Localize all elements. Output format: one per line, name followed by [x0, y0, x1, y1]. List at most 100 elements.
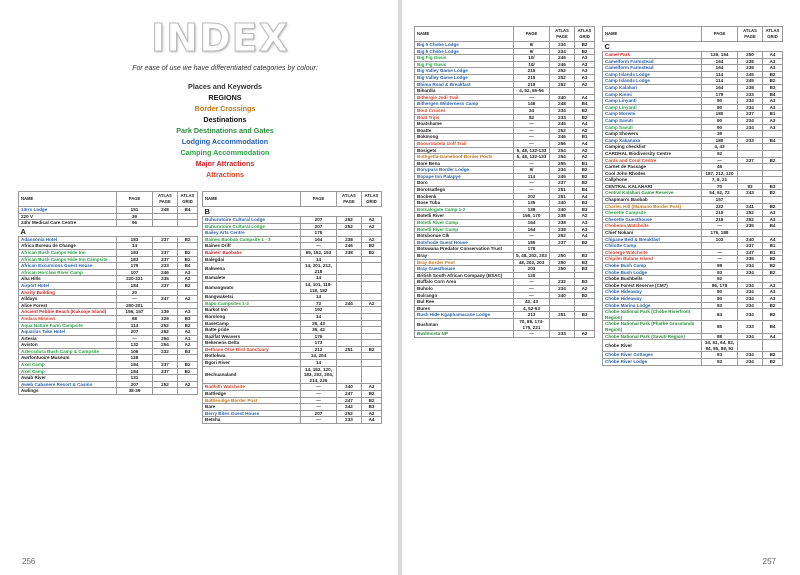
entry-atlas-page: 256 — [549, 139, 575, 148]
entry-page: 5, 48, 132-133 — [513, 153, 550, 161]
index-table-4: NAME PAGE ATLAS PAGE ATLAS GRID C Camel Park 1… — [602, 26, 783, 366]
entry-atlas-page — [336, 262, 362, 276]
entry-atlas-grid — [574, 87, 595, 95]
entry-atlas-page: 232 — [549, 278, 575, 286]
entry-page: — — [513, 330, 550, 338]
entry-name: Bocbenk — [414, 192, 514, 201]
entry-atlas-page — [336, 274, 362, 282]
entry-name: Badhith Watchsite — [202, 383, 301, 392]
letter-heading: A — [18, 225, 198, 237]
entry-atlas-page: 234 — [549, 166, 575, 174]
entry-atlas-grid: A2 — [574, 284, 595, 293]
column-header: NAME — [202, 191, 301, 207]
entry-page: 138 — [513, 205, 550, 214]
entry-atlas-grid: B2 — [574, 238, 595, 247]
entry-page: 14, 101, 116-118, 182 — [300, 280, 337, 295]
entry-name: Camp Savuti — [602, 116, 702, 125]
entry-name: Camp Linyanti — [602, 97, 702, 105]
entry-atlas-page — [549, 245, 575, 253]
index-row: Bapo Campsites 1-2 73 244 A2 — [202, 299, 382, 308]
entry-name: Chobe Hideaway — [602, 294, 702, 303]
entry-atlas-grid: B2 — [574, 179, 595, 188]
entry-atlas-page: 234 — [549, 41, 575, 49]
index-row: Baines Drift —246 B2 — [202, 242, 382, 250]
entry-atlas-grid: A4 — [762, 51, 783, 59]
entry-atlas-grid — [762, 339, 783, 353]
entry-atlas-grid — [361, 365, 382, 385]
entry-atlas-page: 234 — [737, 294, 763, 303]
index-row: Chobe River Lodge 93 234 B2 — [602, 357, 783, 366]
entry-name: Baines Drift — [202, 242, 301, 250]
index-row: Bush Hide Kgaphamacane Lodge 213 251 B3 — [414, 311, 595, 319]
index-row: Central Kalahari Game Reserve 54, 62, 72 2… — [602, 189, 783, 198]
entry-name: Betsha — [202, 416, 301, 424]
entry-name: Bare — [202, 403, 301, 411]
entry-atlas-grid: B2 — [762, 189, 783, 198]
entry-page: 132 — [116, 341, 153, 349]
letter-heading-text: C — [602, 41, 783, 52]
column-header: ATLAS PAGE — [152, 191, 178, 207]
entry-name: Adansonia Hotel — [18, 235, 117, 244]
entry-atlas-grid: B2 — [574, 106, 595, 115]
entry-atlas-grid — [361, 312, 382, 321]
entry-atlas-page: 234 — [737, 97, 763, 105]
entry-atlas-grid: B2 — [762, 357, 783, 366]
entry-atlas-page: 248 — [152, 206, 178, 214]
entry-atlas-grid: A3 — [762, 57, 783, 66]
entry-atlas-grid — [177, 219, 198, 227]
entry-page: 90 — [701, 103, 738, 112]
entry-atlas-page: 234 — [549, 106, 575, 115]
entry-atlas-page: 233 — [549, 330, 575, 338]
entry-atlas-page — [152, 219, 178, 227]
entry-name: Boourotatela Golf Trail — [414, 139, 514, 148]
entry-name: Chesetle Campsite — [602, 209, 702, 217]
entry-atlas-page: 252 — [336, 216, 362, 224]
legend-item: Destinations — [203, 115, 247, 124]
entry-atlas-page: 242 — [336, 403, 362, 411]
index-row: Big 5 Chobe Lodge 9/234 B2 — [414, 41, 595, 49]
entry-atlas-grid — [361, 332, 382, 341]
entry-atlas-page — [336, 359, 362, 367]
entry-atlas-grid: B2 — [762, 156, 783, 165]
entry-name: Boat Trips — [414, 113, 514, 122]
entry-name: African Excursions Guest House — [18, 262, 117, 270]
entry-name: Big 5 Chobe Lodge — [414, 47, 514, 56]
index-row: Bray 5, 48, 202, 203 250 B3 — [414, 252, 595, 260]
entry-page: 179 — [701, 90, 738, 99]
index-row: CARDHAL Biodiversity Centre 92 — [602, 149, 783, 158]
entry-name: Bray — [414, 252, 514, 260]
entry-atlas-grid — [177, 387, 198, 396]
index-row: 13rrs Lodge 151 248 B4 — [18, 206, 198, 214]
index-row: Barolong 14 — [202, 312, 382, 321]
index-row: Bore Bena —255 B1 — [414, 159, 595, 168]
entry-page: 207 — [300, 409, 337, 418]
entry-atlas-page: 251 — [549, 186, 575, 194]
index-row: Bray Guesthouse 203 250 B3 — [414, 265, 595, 273]
entry-atlas-grid: A2 — [574, 212, 595, 221]
entry-name: Bothgetla-Gameboof Border Posts — [414, 153, 514, 161]
index-row: Axel Camp 184 237 B2 — [18, 367, 198, 376]
entry-atlas-page: 234 — [737, 308, 763, 322]
entry-atlas-page: 233 — [336, 416, 362, 424]
entry-atlas-grid: A2 — [361, 216, 382, 224]
entry-name: Bapo Campsites 1-2 — [202, 299, 301, 308]
entry-atlas-page: 233 — [549, 113, 575, 122]
index-row: Ancient Pebble Beach (Kukonje Island) 156… — [18, 308, 198, 316]
entry-atlas-grid — [177, 212, 198, 221]
entry-name: Chobe River Lodge — [602, 357, 702, 366]
index-row: African Bush Camps Hide Inn Campsite 183 2… — [18, 255, 198, 264]
entry-page: 164 — [513, 219, 550, 227]
index-row: Botlokwa 14, 204 — [202, 352, 382, 361]
legend-item: Lodging Accommodation — [181, 137, 269, 146]
entry-name: Berry Bites Guest House — [202, 409, 301, 418]
entry-atlas-page: 234 — [737, 332, 763, 341]
entry-atlas-grid: B3 — [177, 314, 198, 323]
entry-page: 92 — [701, 275, 738, 283]
index-row: Chobe National Park (Savuti Region) 88 234… — [602, 332, 783, 341]
entry-name: Bush Hide Kgaphamacane Lodge — [414, 311, 514, 319]
entry-atlas-page: 245 — [549, 172, 575, 181]
entry-name: Chobe River Cottages — [602, 351, 702, 359]
entry-atlas-grid: A3 — [361, 383, 382, 392]
entry-atlas-page: 237 — [152, 235, 178, 244]
letter-heading-text: B — [202, 206, 382, 217]
